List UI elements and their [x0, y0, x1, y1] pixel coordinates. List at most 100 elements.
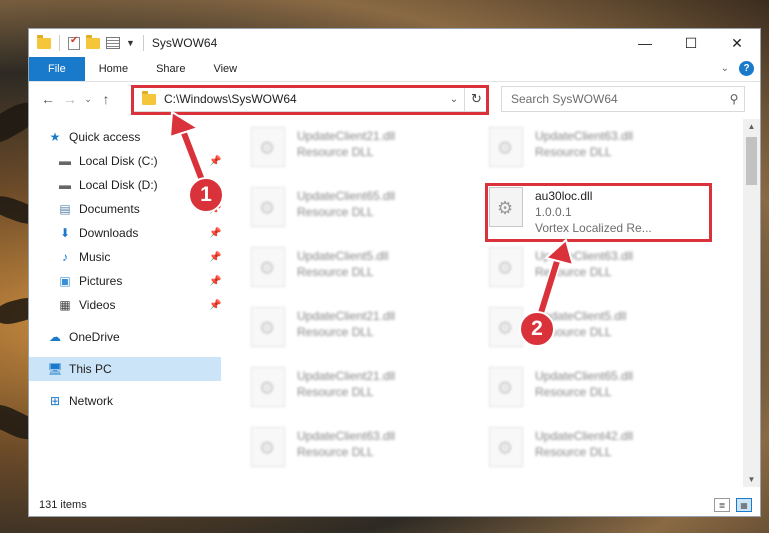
dll-file-icon: [251, 307, 285, 347]
dll-file-icon: [489, 127, 523, 167]
file-type: Resource DLL: [535, 265, 612, 279]
expand-ribbon-icon[interactable]: ⌄: [721, 63, 729, 74]
file-name: UpdateClient21.dll: [297, 309, 396, 323]
scroll-down-icon[interactable]: ▼: [743, 475, 760, 484]
file-name: UpdateClient21.dll: [297, 129, 396, 143]
tab-view[interactable]: View: [199, 57, 251, 81]
sidebar-item-label: This PC: [69, 362, 112, 376]
search-placeholder: Search SysWOW64: [511, 92, 618, 106]
scrollbar-thumb[interactable]: [746, 137, 757, 185]
scroll-up-icon[interactable]: ▲: [743, 122, 760, 131]
minimize-button[interactable]: —: [622, 29, 668, 57]
ribbon-tabs: File Home Share View ⌄ ?: [29, 57, 760, 82]
sidebar-item-network[interactable]: ⊞ Network: [29, 389, 221, 413]
file-item[interactable]: UpdateClient5.dll Resource DLL: [239, 245, 469, 305]
file-name: UpdateClient65.dll: [535, 369, 634, 383]
pin-icon: 📌: [209, 251, 222, 263]
properties-icon[interactable]: [106, 37, 120, 49]
back-button[interactable]: ←: [37, 91, 59, 107]
tab-share[interactable]: Share: [142, 57, 199, 81]
window-controls: — ☐ ✕: [622, 29, 760, 57]
file-item[interactable]: UpdateClient21.dll Resource DLL: [239, 305, 469, 365]
file-type: Resource DLL: [297, 325, 374, 339]
file-type: Resource DLL: [535, 445, 612, 459]
ribbon-controls: ⌄ ?: [721, 61, 754, 76]
file-item[interactable]: UpdateClient63.dll Resource DLL: [477, 245, 707, 305]
search-icon[interactable]: ⚲: [724, 92, 744, 106]
navigation-pane: ★ Quick access ▬ Local Disk (C:) 📌 ▬ Loc…: [29, 125, 221, 487]
dll-file-icon: [489, 307, 523, 347]
file-item[interactable]: UpdateClient63.dll Resource DLL: [477, 125, 707, 185]
sidebar-item-label: Quick access: [69, 130, 141, 144]
dll-file-icon: [489, 247, 523, 287]
separator: [59, 35, 60, 51]
file-name: UpdateClient65.dll: [297, 189, 396, 203]
download-icon: ⬇: [59, 226, 71, 240]
search-input[interactable]: Search SysWOW64 ⚲: [501, 86, 745, 112]
maximize-button[interactable]: ☐: [668, 29, 714, 57]
dll-file-icon: [251, 367, 285, 407]
sidebar-item-label: Downloads: [79, 226, 139, 240]
pin-icon: 📌: [209, 275, 222, 287]
view-toggle: ≣ ▦: [714, 498, 752, 512]
vertical-scrollbar[interactable]: ▲ ▼: [743, 119, 760, 487]
window-title: SysWOW64: [151, 36, 218, 50]
new-folder-icon[interactable]: [86, 34, 100, 49]
sidebar-item-quick-access[interactable]: ★ Quick access: [29, 125, 221, 149]
customize-toolbar-icon[interactable]: ▼: [126, 38, 135, 48]
close-button[interactable]: ✕: [714, 29, 760, 57]
file-item[interactable]: UpdateClient5.dll Resource DLL: [477, 305, 707, 365]
recent-locations-icon[interactable]: ⌄: [81, 94, 95, 105]
forward-button[interactable]: →: [59, 91, 81, 107]
file-item[interactable]: UpdateClient21.dll Resource DLL: [239, 365, 469, 425]
step-marker-1: 1: [188, 177, 224, 213]
star-icon: ★: [49, 130, 61, 144]
separator: [142, 35, 144, 51]
file-item[interactable]: UpdateClient63.dll Resource DLL: [239, 425, 469, 485]
music-icon: ♪: [62, 250, 68, 264]
sidebar-item-label: Documents: [79, 202, 140, 216]
tab-file[interactable]: File: [29, 57, 85, 81]
item-count: 131 items: [39, 499, 87, 511]
file-item[interactable]: UpdateClient42.dll Resource DLL: [477, 425, 707, 485]
computer-icon: 🖥: [47, 362, 63, 376]
file-item[interactable]: UpdateClient65.dll Resource DLL: [477, 365, 707, 425]
file-type: Resource DLL: [297, 445, 374, 459]
step-marker-2: 2: [519, 311, 555, 347]
details-view-icon[interactable]: ≣: [714, 498, 730, 512]
dll-file-icon: [489, 427, 523, 467]
file-type: Resource DLL: [535, 145, 612, 159]
sidebar-item-local-disk-c[interactable]: ▬ Local Disk (C:) 📌: [29, 149, 221, 173]
file-type: Resource DLL: [297, 205, 374, 219]
sidebar-item-downloads[interactable]: ⬇ Downloads 📌: [29, 221, 221, 245]
file-highlight-box: [485, 183, 712, 242]
sidebar-item-onedrive[interactable]: ☁ OneDrive: [29, 325, 221, 349]
sidebar-item-label: Pictures: [79, 274, 123, 288]
sidebar-item-this-pc[interactable]: 🖥 This PC: [29, 357, 221, 381]
file-name: UpdateClient63.dll: [535, 249, 634, 263]
tiles-view-icon[interactable]: ▦: [736, 498, 752, 512]
status-bar: 131 items ≣ ▦: [29, 494, 760, 516]
sidebar-item-label: Videos: [79, 298, 116, 312]
file-name: UpdateClient21.dll: [297, 369, 396, 383]
file-item[interactable]: UpdateClient21.dll Resource DLL: [239, 125, 469, 185]
file-type: Resource DLL: [297, 385, 374, 399]
cloud-icon: ☁: [49, 330, 61, 344]
sidebar-item-videos[interactable]: ▦ Videos 📌: [29, 293, 221, 317]
sidebar-item-label: Local Disk (D:): [79, 178, 158, 192]
file-name: UpdateClient42.dll: [535, 429, 634, 443]
sidebar-item-pictures[interactable]: ▣ Pictures 📌: [29, 269, 221, 293]
quick-access-toolbar: ▼: [29, 34, 146, 51]
folder-icon[interactable]: [37, 34, 51, 49]
file-type: Resource DLL: [297, 145, 374, 159]
properties-check-icon[interactable]: [68, 35, 80, 50]
sidebar-item-music[interactable]: ♪ Music 📌: [29, 245, 221, 269]
help-icon[interactable]: ?: [739, 61, 754, 76]
dll-file-icon: [251, 247, 285, 287]
dll-file-icon: [251, 427, 285, 467]
file-item[interactable]: UpdateClient65.dll Resource DLL: [239, 185, 469, 245]
tab-home[interactable]: Home: [85, 57, 142, 81]
drive-icon: ▬: [59, 154, 71, 168]
sidebar-item-label: Local Disk (C:): [79, 154, 158, 168]
up-button[interactable]: ↑: [95, 91, 117, 107]
